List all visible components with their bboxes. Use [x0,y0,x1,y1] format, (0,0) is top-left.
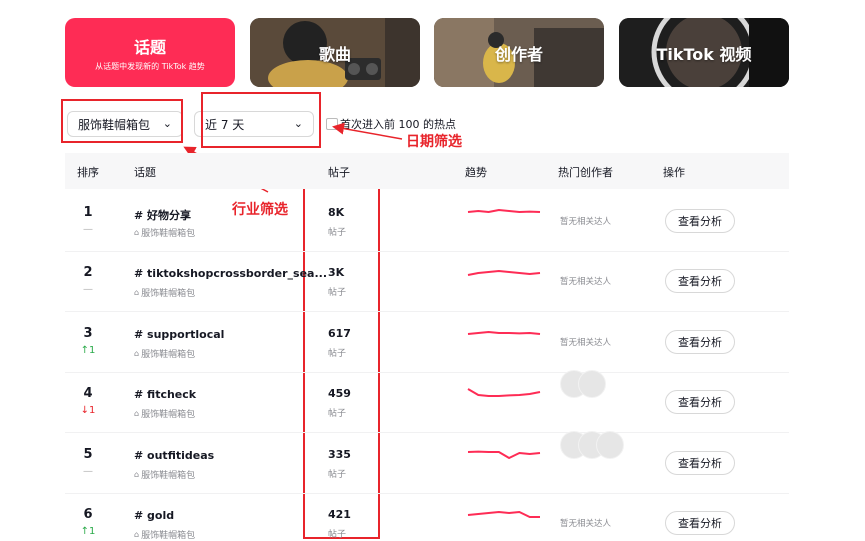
row-hashtag[interactable]: # outfitideas [134,449,214,462]
row-rank: 5 [83,447,93,462]
row-post-label: 帖子 [328,470,347,480]
view-analysis-button[interactable]: 查看分析 [665,330,735,354]
row-post-count: 3K [328,266,345,279]
row-industry-tag: ⌂ 服饰鞋帽箱包 [134,347,195,360]
row-trend-sparkline [467,450,541,459]
row-rank: 2 [83,265,93,280]
row-industry-tag: ⌂ 服饰鞋帽箱包 [134,468,195,481]
trend-line [467,450,541,459]
creator-avatar[interactable] [596,431,624,459]
row-divider [65,372,789,373]
creator-avatar[interactable] [578,370,606,398]
row-post-label: 帖子 [328,409,347,419]
header-trend: 趋势 [465,166,487,179]
row-no-creators: 暂无相关达人 [560,519,612,529]
row-post-label: 帖子 [328,288,347,298]
row-rank: 1 [83,205,93,220]
row-post-count: 421 [328,508,351,521]
row-industry-label: 服饰鞋帽箱包 [141,471,196,481]
header-topic: 话题 [134,166,156,179]
view-analysis-button[interactable]: 查看分析 [665,511,735,535]
tab-topics-subtitle: 从话题中发现新的 TikTok 趋势 [95,61,205,71]
row-rank: 3 [83,326,93,341]
tab-creators-title: 创作者 [494,44,543,64]
row-hashtag[interactable]: # gold [134,509,174,522]
date-arrow [332,122,403,140]
trend-line [467,270,541,276]
row-hashtag[interactable]: # fitcheck [134,388,196,401]
view-analysis-button[interactable]: 查看分析 [665,390,735,414]
trend-line [467,209,541,213]
row-rank-change: ↑1 [80,526,96,537]
row-industry-label: 服饰鞋帽箱包 [141,350,196,360]
row-trend-sparkline [467,270,541,276]
row-rank: 6 [83,507,93,522]
row-post-count: 459 [328,387,351,400]
view-analysis-button[interactable]: 查看分析 [665,269,735,293]
trend-line [467,388,541,397]
trend-line [467,511,540,518]
row-industry-label: 服饰鞋帽箱包 [141,229,196,239]
view-analysis-button[interactable]: 查看分析 [665,451,735,475]
view-analysis-button[interactable]: 查看分析 [665,209,735,233]
row-post-label: 帖子 [328,228,347,238]
tab-tiktok-videos[interactable]: TikTok 视频 [619,18,789,87]
row-hashtag[interactable]: # 好物分享 [134,207,191,223]
row-trend-sparkline [467,331,541,335]
row-hashtag[interactable]: # supportlocal [134,328,224,341]
row-trend-sparkline [467,209,541,213]
row-post-label: 帖子 [328,349,347,359]
tab-creators[interactable]: 创作者 [434,18,604,87]
row-post-label: 帖子 [328,530,347,540]
row-divider [65,251,789,252]
row-post-count: 617 [328,327,351,340]
row-industry-label: 服饰鞋帽箱包 [141,531,196,541]
row-rank-change: — [83,224,93,235]
tag-icon: ⌂ [134,349,140,358]
row-industry-tag: ⌂ 服饰鞋帽箱包 [134,528,195,541]
row-post-count: 335 [328,448,351,461]
tab-tiktok-videos-title: TikTok 视频 [656,44,752,64]
tab-songs-title: 歌曲 [318,44,351,64]
row-trend-sparkline [467,388,541,397]
tag-icon: ⌂ [134,470,140,479]
trend-line [467,331,541,335]
tag-icon: ⌂ [134,288,140,297]
tab-songs[interactable]: 歌曲 [250,18,420,87]
row-no-creators: 暂无相关达人 [560,217,612,227]
row-divider [65,311,789,312]
row-industry-tag: ⌂ 服饰鞋帽箱包 [134,407,195,420]
header-action: 操作 [663,166,685,179]
row-no-creators: 暂无相关达人 [560,338,612,348]
row-industry-label: 服饰鞋帽箱包 [141,289,196,299]
row-industry-tag: ⌂ 服饰鞋帽箱包 [134,226,195,239]
row-rank-change: — [83,284,93,295]
row-rank: 4 [83,386,93,401]
row-no-creators: 暂无相关达人 [560,277,612,287]
tag-icon: ⌂ [134,409,140,418]
row-divider [65,432,789,433]
row-rank-change: ↑1 [80,345,96,356]
tag-icon: ⌂ [134,228,140,237]
row-hashtag[interactable]: # tiktokshopcrossborder_sea... [134,267,327,280]
row-divider [65,493,789,494]
row-industry-tag: ⌂ 服饰鞋帽箱包 [134,286,195,299]
row-rank-change: ↓1 [80,405,96,416]
row-trend-sparkline [467,511,540,518]
tab-topics-title: 话题 [133,37,166,57]
header-creators: 热门创作者 [558,166,613,179]
row-post-count: 8K [328,206,345,219]
header-rank: 排序 [77,166,99,179]
row-rank-change: — [83,466,93,477]
tag-icon: ⌂ [134,530,140,539]
row-industry-label: 服饰鞋帽箱包 [141,410,196,420]
header-posts: 帖子 [328,166,350,179]
